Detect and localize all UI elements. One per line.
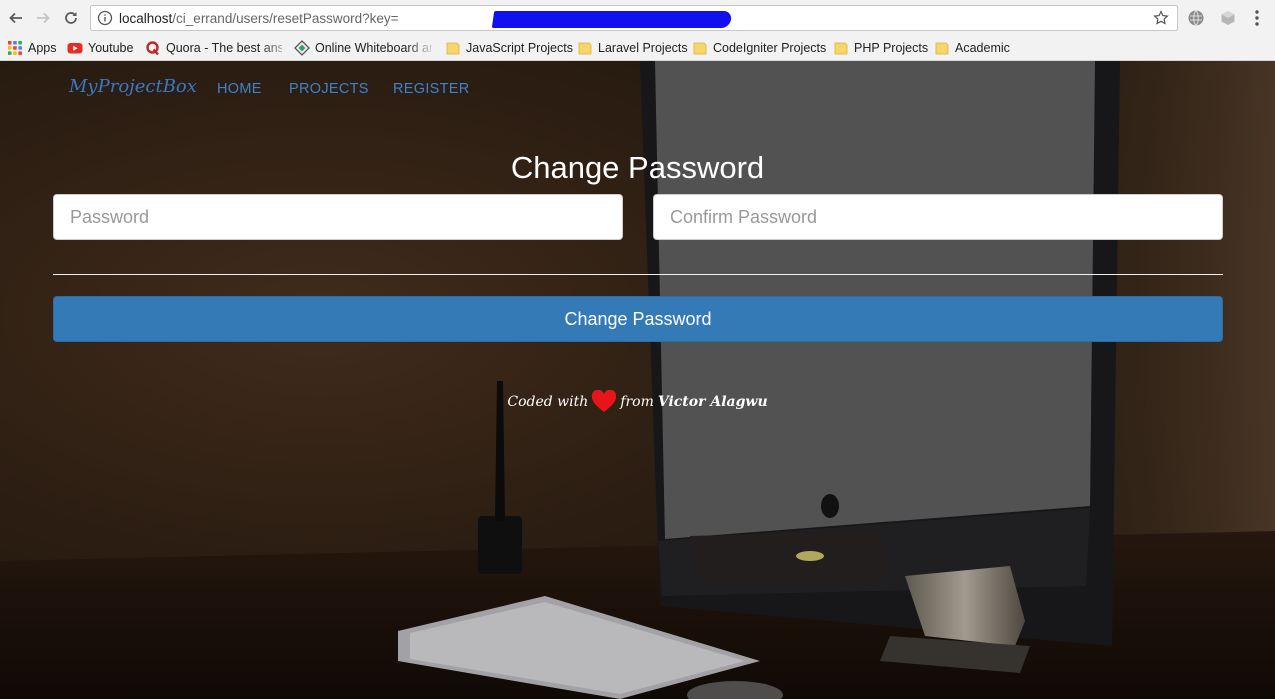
url-path: /ci_errand/users/resetPassword?key=	[172, 11, 399, 26]
bookmark-label: Laravel Projects	[598, 41, 688, 55]
reload-icon	[65, 12, 77, 24]
bookmark-apps[interactable]: Apps	[7, 38, 57, 58]
bookmark-codeigniter[interactable]: CodeIgniter Projects	[692, 38, 826, 58]
folder-icon	[834, 42, 848, 55]
nav-projects[interactable]: PROJECTS	[289, 81, 369, 97]
footer-credit: Coded with from Victor Alagwu	[0, 390, 1275, 414]
brand-logo[interactable]: MyProjectBox	[69, 76, 197, 97]
bookmark-quora[interactable]: Quora - The best answ	[145, 38, 282, 58]
bookmark-academic[interactable]: Academic	[934, 38, 1010, 58]
back-button[interactable]	[5, 7, 27, 29]
bookmarks-bar: Apps Youtube Quora - The best answ Onlin…	[0, 36, 1275, 61]
bookmark-label: Apps	[28, 41, 57, 55]
bookmark-label: CodeIgniter Projects	[713, 41, 827, 55]
bookmark-javascript[interactable]: JavaScript Projects	[445, 38, 573, 58]
page-title: Change Password	[510, 150, 765, 185]
browser-menu-icon[interactable]	[1254, 9, 1260, 27]
bookmark-youtube[interactable]: Youtube	[67, 38, 133, 58]
bookmark-whiteboard[interactable]: Online Whiteboard an	[294, 38, 432, 58]
whiteboard-icon	[294, 40, 310, 56]
back-arrow-icon	[9, 12, 22, 24]
bookmark-label: Academic	[955, 41, 1010, 55]
bookmark-label: PHP Projects	[854, 41, 929, 55]
quora-icon	[146, 41, 159, 56]
redaction-scribble	[491, 11, 733, 28]
url-text[interactable]: localhost/ci_errand/users/resetPassword?…	[119, 11, 399, 26]
youtube-icon	[67, 43, 83, 54]
bookmark-star-icon[interactable]	[1153, 10, 1169, 26]
reload-button[interactable]	[60, 7, 82, 29]
info-icon[interactable]	[97, 10, 113, 26]
browser-toolbar: localhost/ci_errand/users/resetPassword?…	[0, 0, 1275, 36]
extension-cube-icon[interactable]	[1218, 8, 1238, 28]
form-divider	[53, 274, 1223, 275]
bookmark-label: JavaScript Projects	[466, 41, 573, 55]
footer-middle: from	[620, 394, 654, 410]
apps-grid-icon	[8, 41, 22, 55]
folder-icon	[693, 42, 707, 55]
folder-icon	[578, 42, 592, 55]
page-viewport: MyProjectBox HOME PROJECTS REGISTER Chan…	[0, 61, 1275, 699]
extension-globe-icon[interactable]	[1186, 8, 1206, 28]
heart-icon	[592, 390, 617, 412]
bookmark-label: Online Whiteboard an	[315, 41, 432, 55]
folder-icon	[446, 42, 460, 55]
forward-arrow-icon	[37, 12, 50, 24]
confirm-password-input[interactable]	[653, 194, 1223, 240]
footer-author[interactable]: Victor Alagwu	[658, 394, 768, 410]
bookmark-label: Youtube	[88, 41, 134, 55]
password-input[interactable]	[53, 194, 623, 240]
folder-icon	[935, 42, 949, 55]
change-password-button[interactable]: Change Password	[53, 296, 1223, 342]
url-host: localhost	[119, 11, 173, 26]
forward-button[interactable]	[32, 7, 54, 29]
bookmark-laravel[interactable]: Laravel Projects	[577, 38, 688, 58]
address-bar[interactable]: localhost/ci_errand/users/resetPassword?…	[90, 5, 1178, 31]
bookmark-php[interactable]: PHP Projects	[833, 38, 928, 58]
nav-home[interactable]: HOME	[217, 81, 262, 97]
nav-register[interactable]: REGISTER	[393, 81, 470, 97]
footer-prefix: Coded with	[507, 394, 589, 410]
bookmark-label: Quora - The best answ	[166, 41, 282, 55]
